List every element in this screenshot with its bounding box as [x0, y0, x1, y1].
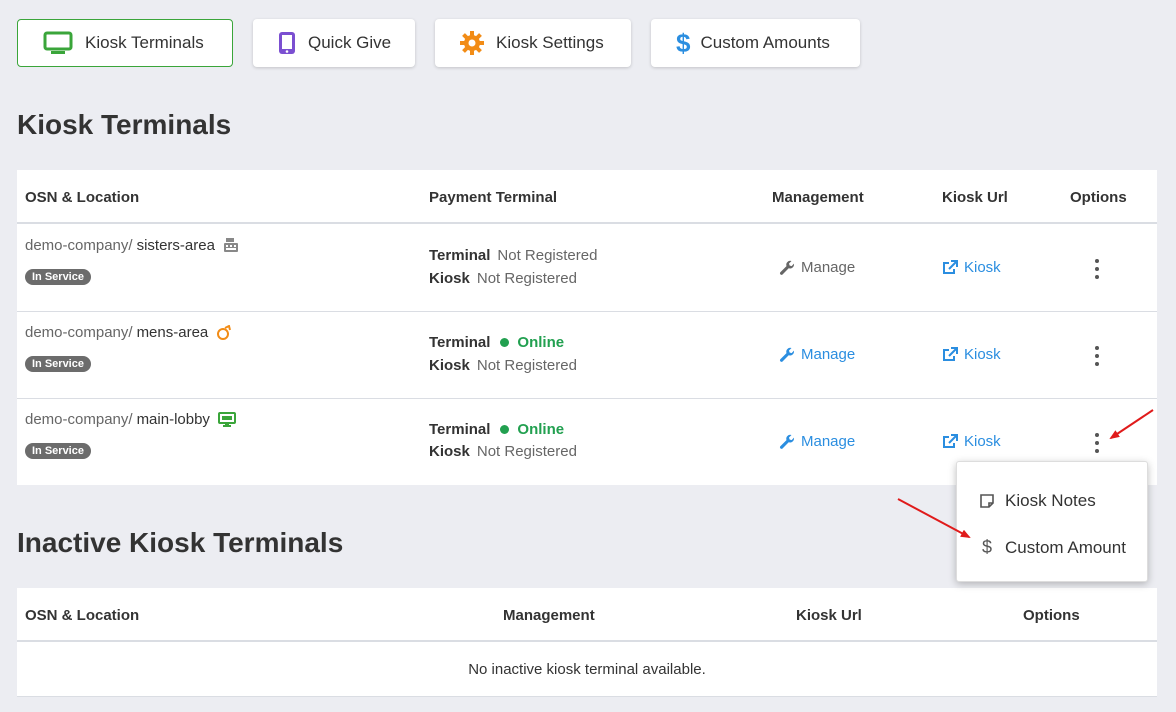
- manage-label: Manage: [801, 259, 856, 276]
- menu-item-label: Kiosk Notes: [1005, 491, 1096, 510]
- swipe-icon: [216, 324, 232, 341]
- terminal-status-text: Online: [517, 421, 565, 438]
- dollar-icon: $: [981, 537, 992, 557]
- tab-label: Kiosk Terminals: [85, 33, 204, 52]
- kiosk-status-text: Not Registered: [476, 443, 577, 460]
- kiosk-status: Kiosk Not Registered: [429, 270, 577, 287]
- menu-item-kiosk-notes[interactable]: Kiosk Notes: [979, 491, 1096, 511]
- manage-label: Manage: [801, 433, 856, 450]
- kiosk-link-label: Kiosk: [964, 346, 1001, 363]
- kiosk-label: Kiosk: [429, 270, 470, 287]
- external-link-icon: [943, 260, 958, 274]
- gear-icon: [460, 31, 484, 55]
- company-name: demo-company/: [25, 411, 133, 428]
- options-dropdown-menu: Kiosk Notes $ Custom Amount: [956, 461, 1148, 582]
- tablet-icon: [278, 31, 296, 55]
- tab-label: Quick Give: [308, 33, 392, 52]
- note-icon: [979, 493, 995, 509]
- tab-kiosk-terminals[interactable]: Kiosk Terminals: [17, 19, 233, 67]
- kiosk-link-label: Kiosk: [964, 259, 1001, 276]
- terminal-label: Terminal: [429, 247, 491, 264]
- tab-quick-give[interactable]: Quick Give: [253, 19, 415, 67]
- terminal-label: Terminal: [429, 421, 491, 438]
- terminal-status: Terminal Online: [429, 421, 564, 438]
- monitor-icon: [43, 31, 73, 55]
- external-link-icon: [943, 347, 958, 361]
- wrench-icon: [779, 434, 795, 449]
- location-name: sisters-area: [136, 237, 215, 254]
- header-management: Management: [772, 189, 864, 206]
- terminal-status-text: Not Registered: [497, 247, 598, 264]
- online-dot-icon: [500, 425, 510, 434]
- status-badge: In Service: [25, 443, 91, 459]
- header-options: Options: [1023, 607, 1080, 624]
- wrench-icon: [779, 260, 795, 275]
- location-cell: demo-company/ main-lobby: [25, 411, 236, 428]
- manage-button[interactable]: Manage: [779, 346, 855, 363]
- kiosk-status: Kiosk Not Registered: [429, 443, 577, 460]
- terminal-status-text: Online: [517, 334, 565, 351]
- location-name: main-lobby: [136, 411, 210, 428]
- options-kebab-button[interactable]: [1089, 259, 1105, 279]
- desktop-icon: [217, 412, 236, 427]
- terminal-status: Terminal Not Registered: [429, 247, 597, 264]
- inactive-kiosk-table: OSN & Location Management Kiosk Url Opti…: [17, 588, 1157, 697]
- header-location: OSN & Location: [25, 607, 140, 624]
- terminal-status: Terminal Online: [429, 334, 564, 351]
- kiosk-status-text: Not Registered: [476, 357, 577, 374]
- online-dot-icon: [500, 338, 510, 347]
- table-row: demo-company/ mens-area In Service Termi…: [17, 312, 1157, 399]
- kiosk-status: Kiosk Not Registered: [429, 357, 577, 374]
- kiosk-label: Kiosk: [429, 357, 470, 374]
- manage-label: Manage: [801, 346, 856, 363]
- options-kebab-button[interactable]: [1089, 433, 1105, 453]
- header-kiosk-url: Kiosk Url: [942, 189, 1008, 206]
- status-badge: In Service: [25, 356, 91, 372]
- menu-item-label: Custom Amount: [1005, 537, 1126, 557]
- online-status: Online: [497, 334, 564, 351]
- options-kebab-button[interactable]: [1089, 346, 1105, 366]
- online-status: Online: [497, 421, 564, 438]
- tab-custom-amounts[interactable]: $ Custom Amounts: [651, 19, 860, 67]
- kiosk-link[interactable]: Kiosk: [942, 259, 1001, 276]
- status-badge: In Service: [25, 269, 91, 285]
- company-name: demo-company/: [25, 237, 133, 254]
- kiosk-link-label: Kiosk: [964, 433, 1001, 450]
- terminal-label: Terminal: [429, 334, 491, 351]
- header-options: Options: [1070, 189, 1127, 206]
- header-payment-terminal: Payment Terminal: [429, 189, 558, 206]
- header-kiosk-url: Kiosk Url: [796, 607, 862, 624]
- location-name: mens-area: [136, 324, 209, 341]
- location-cell: demo-company/ sisters-area: [25, 237, 239, 254]
- table-row: demo-company/ sisters-area In Service Te…: [17, 225, 1157, 312]
- tab-kiosk-settings[interactable]: Kiosk Settings: [435, 19, 631, 67]
- manage-button[interactable]: Manage: [779, 433, 855, 450]
- kiosk-link[interactable]: Kiosk: [942, 433, 1001, 450]
- table-header: OSN & Location Payment Terminal Manageme…: [17, 170, 1157, 224]
- external-link-icon: [943, 434, 958, 448]
- kiosk-link[interactable]: Kiosk: [942, 346, 1001, 363]
- header-location: OSN & Location: [25, 189, 140, 206]
- tab-label: Custom Amounts: [700, 33, 830, 52]
- manage-button[interactable]: Manage: [779, 259, 855, 276]
- location-cell: demo-company/ mens-area: [25, 324, 232, 341]
- company-name: demo-company/: [25, 324, 133, 341]
- menu-item-custom-amount[interactable]: $ Custom Amount: [979, 537, 1126, 558]
- page-title: Kiosk Terminals: [17, 109, 232, 140]
- empty-message: No inactive kiosk terminal available.: [17, 643, 1157, 697]
- wrench-icon: [779, 347, 795, 362]
- kiosk-label: Kiosk: [429, 443, 470, 460]
- register-icon: [223, 238, 239, 253]
- dollar-icon: $: [676, 27, 691, 58]
- inactive-section-title: Inactive Kiosk Terminals: [17, 527, 344, 558]
- header-management: Management: [503, 607, 595, 624]
- tab-label: Kiosk Settings: [496, 33, 604, 52]
- kiosk-terminals-table: OSN & Location Payment Terminal Manageme…: [17, 170, 1157, 485]
- table-header: OSN & Location Management Kiosk Url Opti…: [17, 588, 1157, 642]
- kiosk-status-text: Not Registered: [476, 270, 577, 287]
